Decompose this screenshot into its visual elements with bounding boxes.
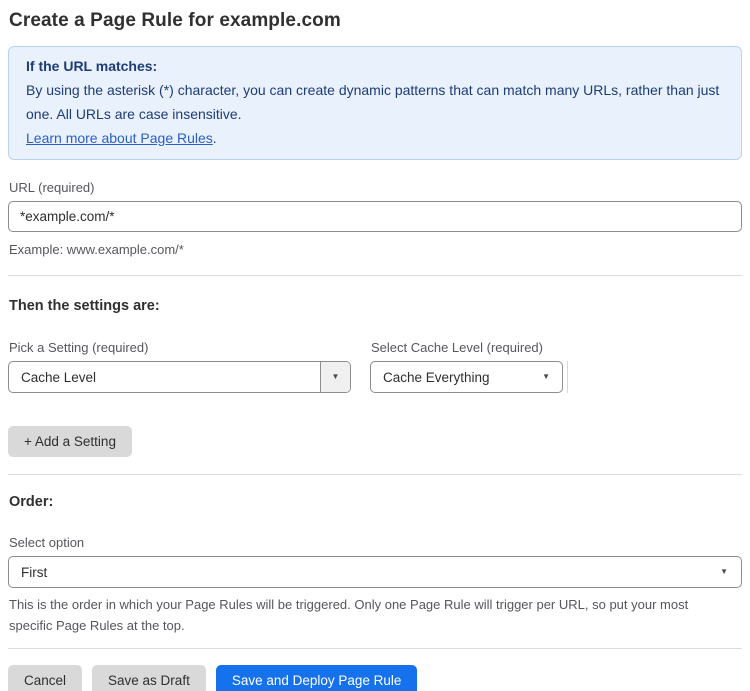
save-as-draft-button[interactable]: Save as Draft xyxy=(92,665,206,691)
add-setting-button[interactable]: + Add a Setting xyxy=(8,426,132,457)
info-box-link-line: Learn more about Page Rules. xyxy=(26,126,724,150)
cache-level-select[interactable]: Cache Everything ▼ xyxy=(370,361,563,393)
order-section-heading: Order: xyxy=(9,494,54,510)
order-helper-text: This is the order in which your Page Rul… xyxy=(9,597,689,633)
divider xyxy=(8,648,742,649)
url-field-helper: Example: www.example.com/* xyxy=(9,242,184,257)
setting-select[interactable]: Cache Level ▼ xyxy=(8,361,351,393)
url-field-label: URL (required) xyxy=(9,180,95,195)
chevron-down-icon: ▼ xyxy=(542,372,550,381)
form-actions: Cancel Save as Draft Save and Deploy Pag… xyxy=(8,665,742,691)
chevron-down-icon: ▼ xyxy=(720,567,728,576)
save-and-deploy-button[interactable]: Save and Deploy Page Rule xyxy=(215,665,418,691)
setting-select-label: Pick a Setting (required) xyxy=(9,340,149,355)
setting-select-column: Pick a Setting (required) Cache Level ▼ xyxy=(8,340,351,393)
cache-level-select-label: Select Cache Level (required) xyxy=(371,340,543,355)
setting-divider-rule xyxy=(567,361,568,393)
divider xyxy=(8,275,742,276)
order-select-label: Select option xyxy=(9,535,85,550)
link-suffix: . xyxy=(212,130,217,146)
setting-select-arrow-box[interactable]: ▼ xyxy=(320,362,350,392)
info-box-heading: If the URL matches: xyxy=(26,58,158,74)
url-match-info-box: If the URL matches: By using the asteris… xyxy=(8,46,742,160)
page-rule-form: Create a Page Rule for example.com If th… xyxy=(0,0,750,691)
settings-section-heading: Then the settings are: xyxy=(9,298,160,314)
cache-level-column: Select Cache Level (required) Cache Ever… xyxy=(370,340,568,393)
divider xyxy=(8,474,742,475)
learn-more-link[interactable]: Learn more about Page Rules xyxy=(26,130,213,146)
order-select-value: First xyxy=(21,564,48,580)
url-input[interactable] xyxy=(8,201,742,232)
info-box-body: By using the asterisk (*) character, you… xyxy=(26,82,720,122)
setting-select-value: Cache Level xyxy=(21,369,97,385)
order-select[interactable]: First ▼ xyxy=(8,556,742,588)
page-title: Create a Page Rule for example.com xyxy=(9,10,341,31)
cache-level-select-value: Cache Everything xyxy=(383,369,490,385)
settings-row: Pick a Setting (required) Cache Level ▼ … xyxy=(8,340,742,393)
cancel-button[interactable]: Cancel xyxy=(8,665,83,691)
chevron-down-icon: ▼ xyxy=(331,372,340,381)
